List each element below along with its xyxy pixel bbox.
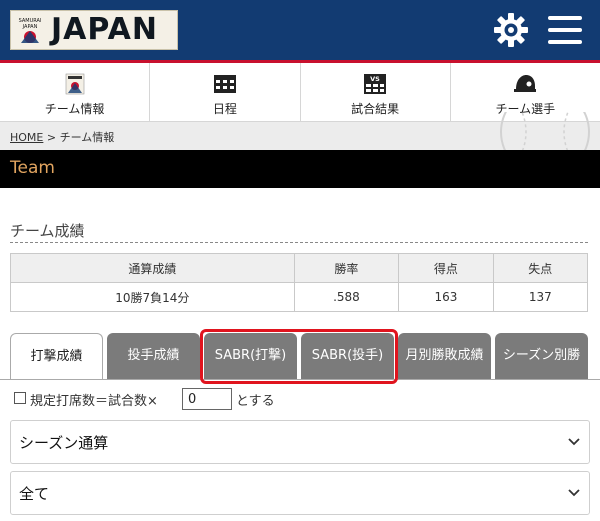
tab-season-record[interactable]: シーズン別勝 bbox=[495, 333, 588, 379]
breadcrumb-current: チーム情報 bbox=[59, 131, 115, 144]
vs-scoreboard-icon: VS bbox=[364, 74, 387, 94]
season-select-value: シーズン通算 bbox=[19, 434, 109, 452]
nav-item-schedule[interactable]: 日程 bbox=[150, 63, 301, 121]
breadcrumb-text: HOME > チーム情報 bbox=[10, 129, 114, 145]
site-header: SAMURAI JAPAN JAPAN bbox=[0, 0, 600, 60]
column-header: 勝率 bbox=[293, 253, 400, 283]
svg-text:JAPAN: JAPAN bbox=[22, 24, 38, 30]
qualification-checkbox[interactable] bbox=[14, 392, 26, 404]
svg-text:VS: VS bbox=[370, 75, 380, 83]
hamburger-icon[interactable] bbox=[548, 15, 582, 45]
table-cell: 163 bbox=[398, 282, 494, 312]
qualification-label: 規定打席数＝試合数× bbox=[30, 394, 158, 409]
season-select[interactable]: シーズン通算 bbox=[10, 420, 590, 464]
page-title: Team bbox=[10, 158, 55, 178]
nav-label: チーム情報 bbox=[44, 102, 105, 116]
table-row: 10勝7負14分 .588 163 137 bbox=[10, 282, 589, 312]
scope-select[interactable]: 全て bbox=[10, 471, 590, 515]
nav-item-results[interactable]: VS 試合結果 bbox=[301, 63, 451, 121]
team-record-table: 通算成績 勝率 得点 失点 10勝7負14分 .588 163 137 bbox=[10, 253, 589, 312]
section-band: Team bbox=[0, 150, 600, 188]
column-header: 失点 bbox=[492, 253, 589, 283]
helmet-icon bbox=[514, 75, 537, 92]
samurai-japan-badge-icon: SAMURAI JAPAN bbox=[14, 14, 46, 46]
column-header: 得点 bbox=[398, 253, 494, 283]
logo-wordmark: JAPAN bbox=[51, 12, 158, 47]
section-title: チーム成績 bbox=[10, 222, 85, 240]
table-cell: 137 bbox=[492, 282, 589, 312]
table-cell: 10勝7負14分 bbox=[10, 282, 295, 312]
table-cell: .588 bbox=[293, 282, 400, 312]
tab-monthly-record[interactable]: 月別勝敗成績 bbox=[398, 333, 491, 379]
qualification-suffix: とする bbox=[236, 394, 275, 409]
calendar-icon bbox=[213, 75, 236, 93]
tab-pitching[interactable]: 投手成績 bbox=[107, 333, 200, 379]
nav-item-team-info[interactable]: チーム情報 bbox=[0, 63, 151, 121]
qualification-multiplier-input[interactable] bbox=[182, 388, 232, 410]
highlight-box bbox=[200, 329, 398, 384]
samurai-japan-logo[interactable]: SAMURAI JAPAN JAPAN bbox=[10, 10, 178, 50]
gear-icon[interactable] bbox=[493, 12, 529, 48]
breadcrumb-home-link[interactable]: HOME bbox=[10, 131, 43, 144]
chevron-down-icon bbox=[568, 489, 580, 497]
nav-label: 日程 bbox=[212, 102, 237, 116]
column-header: 通算成績 bbox=[10, 253, 295, 283]
chevron-down-icon bbox=[568, 438, 580, 446]
scope-select-value: 全て bbox=[19, 485, 50, 503]
section-divider bbox=[10, 242, 588, 243]
team-badge-icon bbox=[65, 73, 84, 95]
table-header-row: 通算成績 勝率 得点 失点 bbox=[10, 253, 589, 283]
breadcrumb-separator: > bbox=[46, 131, 57, 144]
nav-label: 試合結果 bbox=[351, 102, 400, 116]
tab-batting[interactable]: 打撃成績 bbox=[10, 333, 103, 379]
